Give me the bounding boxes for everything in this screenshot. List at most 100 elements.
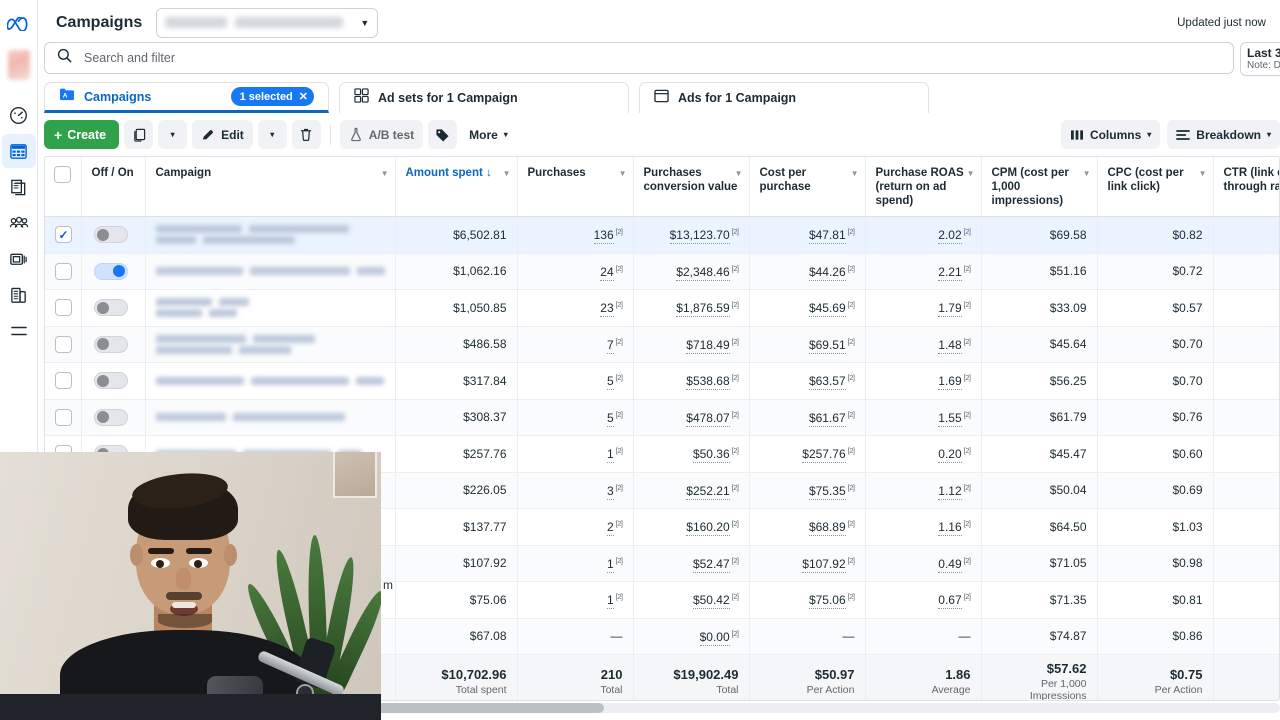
row-checkbox[interactable]: ✓: [55, 226, 72, 244]
column-header-cpc[interactable]: CPC (cost per link click) ▼: [1097, 157, 1214, 218]
table-row[interactable]: $486.58 7 [2] $718.49 [2] $69.51 [2] 1.48 [2] $45…: [45, 326, 1279, 364]
row-purchases-conversion-value-value[interactable]: $0.00: [699, 629, 730, 646]
delete-button[interactable]: [291, 120, 321, 149]
row-purchase-roas-value[interactable]: 0.67: [938, 593, 962, 610]
column-header-campaign[interactable]: Campaign ▼: [145, 157, 396, 218]
table-row[interactable]: $1,050.85 23 [2] $1,876.59 [2] $45.69 [2] 1.79[…: [45, 289, 1279, 327]
table-row[interactable]: $317.84 5 [2] $538.68 [2] $63.57 [2] 1.69 [2] $56…: [45, 362, 1279, 400]
row-cost-per-purchase-value[interactable]: $63.57: [808, 374, 846, 391]
columns-button[interactable]: Columns ▾: [1060, 120, 1161, 149]
row-purchases-conversion-value-value[interactable]: $478.07: [686, 410, 730, 427]
search-and-filter-bar[interactable]: [44, 42, 1234, 74]
edit-button[interactable]: Edit: [192, 120, 253, 149]
duplicate-button[interactable]: [124, 120, 154, 149]
off-on-toggle[interactable]: [93, 226, 128, 244]
select-all-checkbox[interactable]: [54, 166, 72, 183]
pages-icon[interactable]: [2, 170, 36, 204]
campaign-name-cell[interactable]: [145, 289, 396, 327]
campaign-name-cell[interactable]: [145, 399, 396, 437]
row-cost-per-purchase-value[interactable]: $68.89: [808, 520, 846, 537]
row-purchases-value[interactable]: 1: [606, 447, 614, 464]
off-on-toggle[interactable]: [93, 335, 128, 353]
select-all-header[interactable]: [45, 157, 82, 218]
campaign-name-cell[interactable]: [145, 216, 396, 254]
ab-test-button[interactable]: A/B test: [339, 120, 424, 149]
row-cost-per-purchase-value[interactable]: $44.26: [808, 264, 846, 281]
chevron-down-icon[interactable]: ▼: [619, 169, 627, 179]
row-checkbox[interactable]: [55, 262, 72, 280]
row-toggle-cell[interactable]: [81, 362, 146, 400]
campaign-name-cell[interactable]: [145, 362, 396, 400]
row-purchase-roas-value[interactable]: 1.69: [938, 374, 962, 391]
date-range-picker[interactable]: Last 30 Note: D: [1240, 42, 1280, 76]
more-button[interactable]: More ▾: [462, 120, 515, 149]
column-header-cost-per-purchase[interactable]: Cost per purchase ▼: [749, 157, 866, 218]
campaign-name-cell[interactable]: [145, 326, 396, 364]
table-row[interactable]: $1,062.16 24 [2] $2,348.46 [2] $44.26 [2] 2.21[…: [45, 253, 1279, 291]
row-purchases-conversion-value-value[interactable]: $718.49: [686, 337, 730, 354]
row-purchases-value[interactable]: 1: [606, 593, 614, 610]
row-toggle-cell[interactable]: [81, 216, 146, 254]
off-on-toggle[interactable]: [93, 299, 128, 317]
column-header-amount-spent[interactable]: Amount spent ↓ ▼: [395, 157, 518, 218]
row-purchase-roas-value[interactable]: 2.02: [938, 228, 962, 245]
chevron-down-icon[interactable]: ▼: [1199, 169, 1207, 179]
row-purchase-roas-value[interactable]: 1.16: [938, 520, 962, 537]
tag-button[interactable]: [428, 120, 458, 149]
row-select-cell[interactable]: [45, 289, 82, 327]
tab-ads[interactable]: Ads for 1 Campaign: [639, 82, 929, 113]
chevron-down-icon[interactable]: ▼: [735, 169, 743, 179]
row-cost-per-purchase-value[interactable]: $45.69: [808, 301, 846, 318]
tab-adsets[interactable]: Ad sets for 1 Campaign: [339, 82, 629, 113]
search-input[interactable]: [84, 51, 1221, 65]
row-purchases-value[interactable]: 5: [606, 374, 614, 391]
row-purchases-conversion-value-value[interactable]: $1,876.59: [676, 301, 730, 318]
row-purchases-value[interactable]: 1: [606, 556, 614, 573]
row-purchase-roas-value[interactable]: 1.12: [938, 483, 962, 500]
row-purchases-conversion-value-value[interactable]: $50.42: [692, 593, 730, 610]
create-button[interactable]: + Create: [44, 120, 120, 149]
row-select-cell[interactable]: [45, 253, 82, 291]
row-toggle-cell[interactable]: [81, 326, 146, 364]
row-checkbox[interactable]: [55, 335, 72, 353]
row-purchases-conversion-value-value[interactable]: $13,123.70: [669, 228, 730, 245]
chevron-down-icon[interactable]: ▼: [1083, 169, 1091, 179]
row-purchases-conversion-value-value[interactable]: $2,348.46: [676, 264, 730, 281]
row-purchases-value[interactable]: 3: [606, 483, 614, 500]
row-toggle-cell[interactable]: [81, 399, 146, 437]
row-select-cell[interactable]: [45, 326, 82, 364]
column-header-cpm[interactable]: CPM (cost per 1,000 impressions) ▼: [981, 157, 1098, 218]
row-cost-per-purchase-value[interactable]: $257.76: [802, 447, 846, 464]
off-on-toggle[interactable]: [93, 262, 128, 280]
row-cost-per-purchase-value[interactable]: $75.35: [808, 483, 846, 500]
row-purchases-conversion-value-value[interactable]: $538.68: [686, 374, 730, 391]
column-header-purchase-roas[interactable]: Purchase ROAS (return on ad spend) ▼: [865, 157, 982, 218]
row-checkbox[interactable]: [55, 408, 72, 426]
row-cost-per-purchase-value[interactable]: $47.81: [808, 228, 846, 245]
billing-icon[interactable]: [2, 278, 36, 312]
row-select-cell[interactable]: ✓: [45, 216, 82, 254]
hamburger-icon[interactable]: [2, 314, 36, 348]
row-toggle-cell[interactable]: [81, 253, 146, 291]
chevron-down-icon[interactable]: ▼: [967, 169, 975, 179]
partial-campaign-link[interactable]: m: [383, 578, 393, 592]
row-purchases-conversion-value-value[interactable]: $52.47: [692, 556, 730, 573]
row-purchases-conversion-value-value[interactable]: $160.20: [686, 520, 730, 537]
row-purchases-value[interactable]: 24: [600, 264, 614, 281]
edit-dropdown-button[interactable]: ▾: [257, 120, 287, 149]
column-header-ctr[interactable]: CTR (link click-through rate): [1213, 157, 1279, 218]
chevron-down-icon[interactable]: ▼: [381, 169, 389, 179]
media-icon[interactable]: [2, 242, 36, 276]
avatar[interactable]: [7, 50, 30, 80]
row-purchase-roas-value[interactable]: 1.48: [938, 337, 962, 354]
row-cost-per-purchase-value[interactable]: $75.06: [808, 593, 846, 610]
row-toggle-cell[interactable]: [81, 289, 146, 327]
sidebar-item-campaigns-table[interactable]: [1, 134, 36, 168]
row-select-cell[interactable]: [45, 362, 82, 400]
row-checkbox[interactable]: [55, 299, 72, 317]
tab-campaigns[interactable]: A Campaigns 1 selected ✕: [44, 82, 329, 113]
row-purchase-roas-value[interactable]: 2.21: [938, 264, 962, 281]
column-header-purchases[interactable]: Purchases ▼: [517, 157, 634, 218]
row-select-cell[interactable]: [45, 399, 82, 437]
off-on-toggle[interactable]: [93, 372, 128, 390]
